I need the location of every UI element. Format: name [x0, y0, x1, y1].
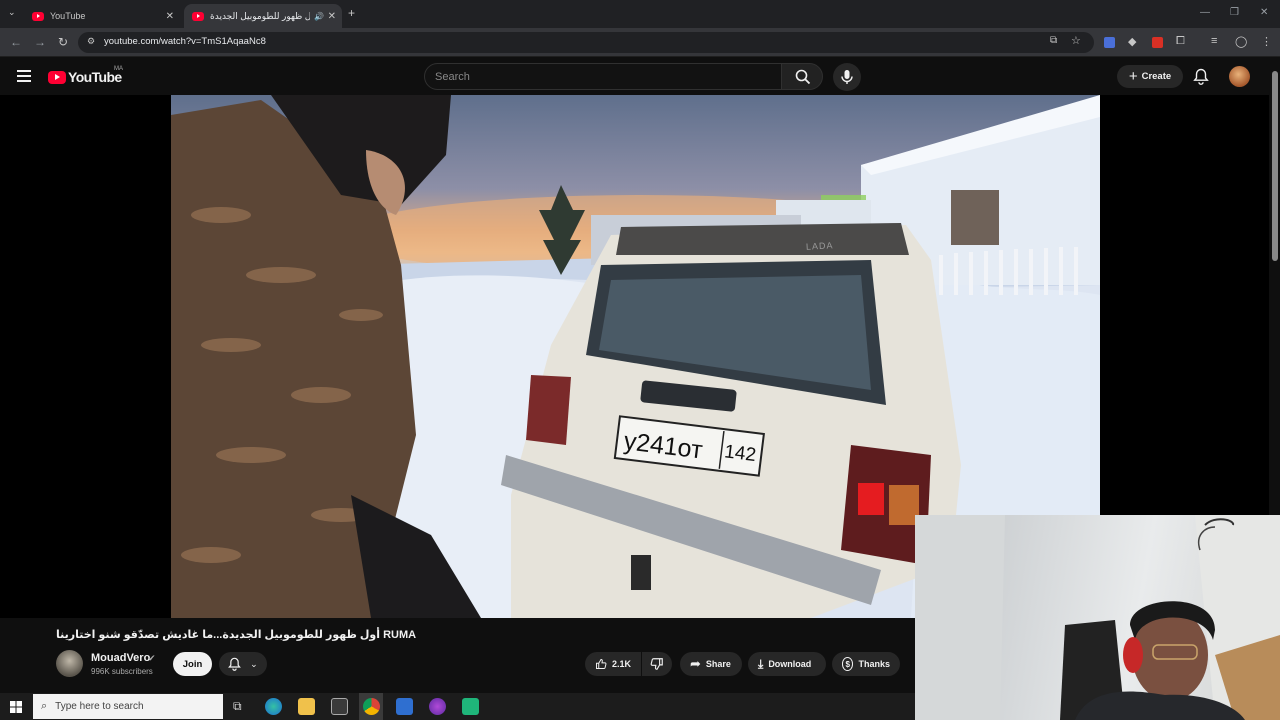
- channel-avatar[interactable]: [56, 650, 83, 677]
- new-tab-button[interactable]: +: [348, 6, 355, 20]
- audio-playing-icon[interactable]: 🔊: [314, 12, 324, 21]
- webcam-scene: [915, 515, 1280, 720]
- extension-red-icon[interactable]: [1152, 37, 1163, 48]
- address-bar[interactable]: ⚙ youtube.com/watch?v=TmS1AqaaNc8 ⧉ ☆: [78, 32, 1094, 53]
- app-green-icon[interactable]: [462, 698, 479, 715]
- youtube-favicon-icon: [32, 11, 44, 21]
- chevron-down-icon: ⌄: [250, 658, 258, 669]
- mail-app-icon[interactable]: [396, 698, 413, 715]
- share-label: Share: [705, 659, 731, 669]
- share-arrow-icon: ➦: [690, 656, 701, 671]
- search-icon: ⌕: [41, 700, 48, 712]
- car-brand-badge: LADA: [805, 240, 834, 252]
- create-button[interactable]: + Create: [1117, 65, 1183, 88]
- close-tab-icon[interactable]: ✕: [328, 11, 336, 22]
- bookmark-star-icon[interactable]: ☆: [1071, 34, 1081, 47]
- extension-diamond-icon[interactable]: ◆: [1128, 35, 1136, 48]
- account-avatar[interactable]: [1229, 66, 1250, 87]
- plus-icon: +: [1128, 68, 1138, 85]
- edge-browser-icon[interactable]: [265, 698, 282, 715]
- dislike-button[interactable]: [642, 652, 672, 676]
- tab-title: YouTube: [50, 11, 86, 21]
- close-window-icon[interactable]: ✕: [1260, 7, 1268, 18]
- search-button[interactable]: [781, 63, 823, 90]
- url-text: youtube.com/watch?v=TmS1AqaaNc8: [104, 36, 266, 47]
- back-icon[interactable]: ←: [10, 35, 22, 49]
- minimize-icon[interactable]: —: [1200, 7, 1210, 18]
- messenger-icon[interactable]: [429, 698, 446, 715]
- search-box[interactable]: [424, 63, 782, 90]
- subscription-notification-button[interactable]: ⌄: [219, 652, 267, 676]
- tab-title: أول ظهور للطوموبيل الجديدة: [210, 10, 310, 21]
- extensions-puzzle-icon[interactable]: ⧠: [1176, 35, 1185, 48]
- country-code: MA: [114, 66, 123, 72]
- create-label: Create: [1141, 71, 1172, 82]
- notification-bell-icon: [228, 657, 242, 671]
- share-button[interactable]: ➦ Share: [680, 652, 742, 676]
- verified-badge-icon: ✔: [148, 653, 156, 663]
- browser-tab-strip: ⌄ YouTube ✕ أول ظهور للطوموبيل الجديدة 🔊…: [0, 0, 1280, 28]
- chrome-menu-icon[interactable]: ⋮: [1261, 35, 1272, 48]
- translate-extension-icon[interactable]: [1104, 37, 1115, 48]
- download-icon: ⤓: [758, 656, 764, 671]
- site-info-icon[interactable]: ⚙: [87, 36, 95, 47]
- media-control-icon[interactable]: ≡: [1211, 35, 1217, 47]
- license-plate-region: 142: [723, 441, 757, 466]
- install-app-icon[interactable]: ⧉: [1050, 35, 1057, 46]
- webcam-overlay: [915, 515, 1280, 720]
- thanks-button[interactable]: $ Thanks: [832, 652, 900, 676]
- windows-start-icon[interactable]: [10, 701, 22, 713]
- thumbs-up-icon: [596, 659, 607, 669]
- thanks-label: Thanks: [858, 659, 890, 669]
- windows-taskbar: ⌕ Type here to search ⧉: [0, 693, 915, 720]
- microphone-icon: [841, 70, 853, 84]
- download-label: Download: [768, 659, 812, 669]
- profile-icon[interactable]: ◯: [1235, 35, 1247, 48]
- thumbs-down-icon: [650, 658, 663, 670]
- microsoft-store-icon[interactable]: [331, 698, 348, 715]
- forward-icon[interactable]: →: [34, 35, 46, 49]
- task-view-icon[interactable]: ⧉: [233, 699, 242, 714]
- search-icon: [795, 69, 811, 85]
- thanks-dollar-icon: $: [842, 657, 854, 671]
- tab-video[interactable]: أول ظهور للطوموبيل الجديدة 🔊 ✕: [184, 4, 342, 28]
- search-input[interactable]: [425, 64, 781, 89]
- restore-icon[interactable]: ❐: [1230, 7, 1239, 18]
- like-count: 2.1K: [611, 659, 631, 669]
- reload-icon[interactable]: ↻: [58, 35, 68, 49]
- taskbar-search-placeholder: Type here to search: [55, 701, 144, 712]
- file-explorer-icon[interactable]: [298, 698, 315, 715]
- download-button[interactable]: ⤓ Download: [748, 652, 826, 676]
- menu-icon[interactable]: [17, 70, 31, 82]
- youtube-favicon-icon: [192, 11, 204, 21]
- youtube-logo[interactable]: YouTube MA: [48, 66, 123, 85]
- like-button[interactable]: 2.1K: [585, 652, 641, 676]
- chrome-icon[interactable]: [363, 698, 380, 715]
- scrollbar-thumb[interactable]: [1272, 71, 1278, 261]
- youtube-play-logo-icon: [48, 70, 66, 84]
- voice-search-button[interactable]: [833, 63, 861, 91]
- video-title: أول ظهور للطوموبيل الجديدة...ما غاديش تص…: [56, 629, 417, 641]
- tab-youtube-home[interactable]: YouTube ✕: [24, 4, 180, 28]
- channel-name[interactable]: MouadVero: [91, 652, 150, 664]
- taskbar-search[interactable]: ⌕ Type here to search: [33, 694, 223, 719]
- close-tab-icon[interactable]: ✕: [166, 11, 174, 22]
- subscriber-count: 996K subscribers: [91, 667, 153, 676]
- join-button[interactable]: Join: [173, 652, 212, 676]
- browser-toolbar: ← → ↻ ⚙ youtube.com/watch?v=TmS1AqaaNc8 …: [0, 28, 1280, 57]
- youtube-header: YouTube MA + Create: [0, 57, 1280, 95]
- tab-search-icon[interactable]: ⌄: [8, 7, 16, 18]
- notifications-bell-icon[interactable]: [1193, 68, 1209, 85]
